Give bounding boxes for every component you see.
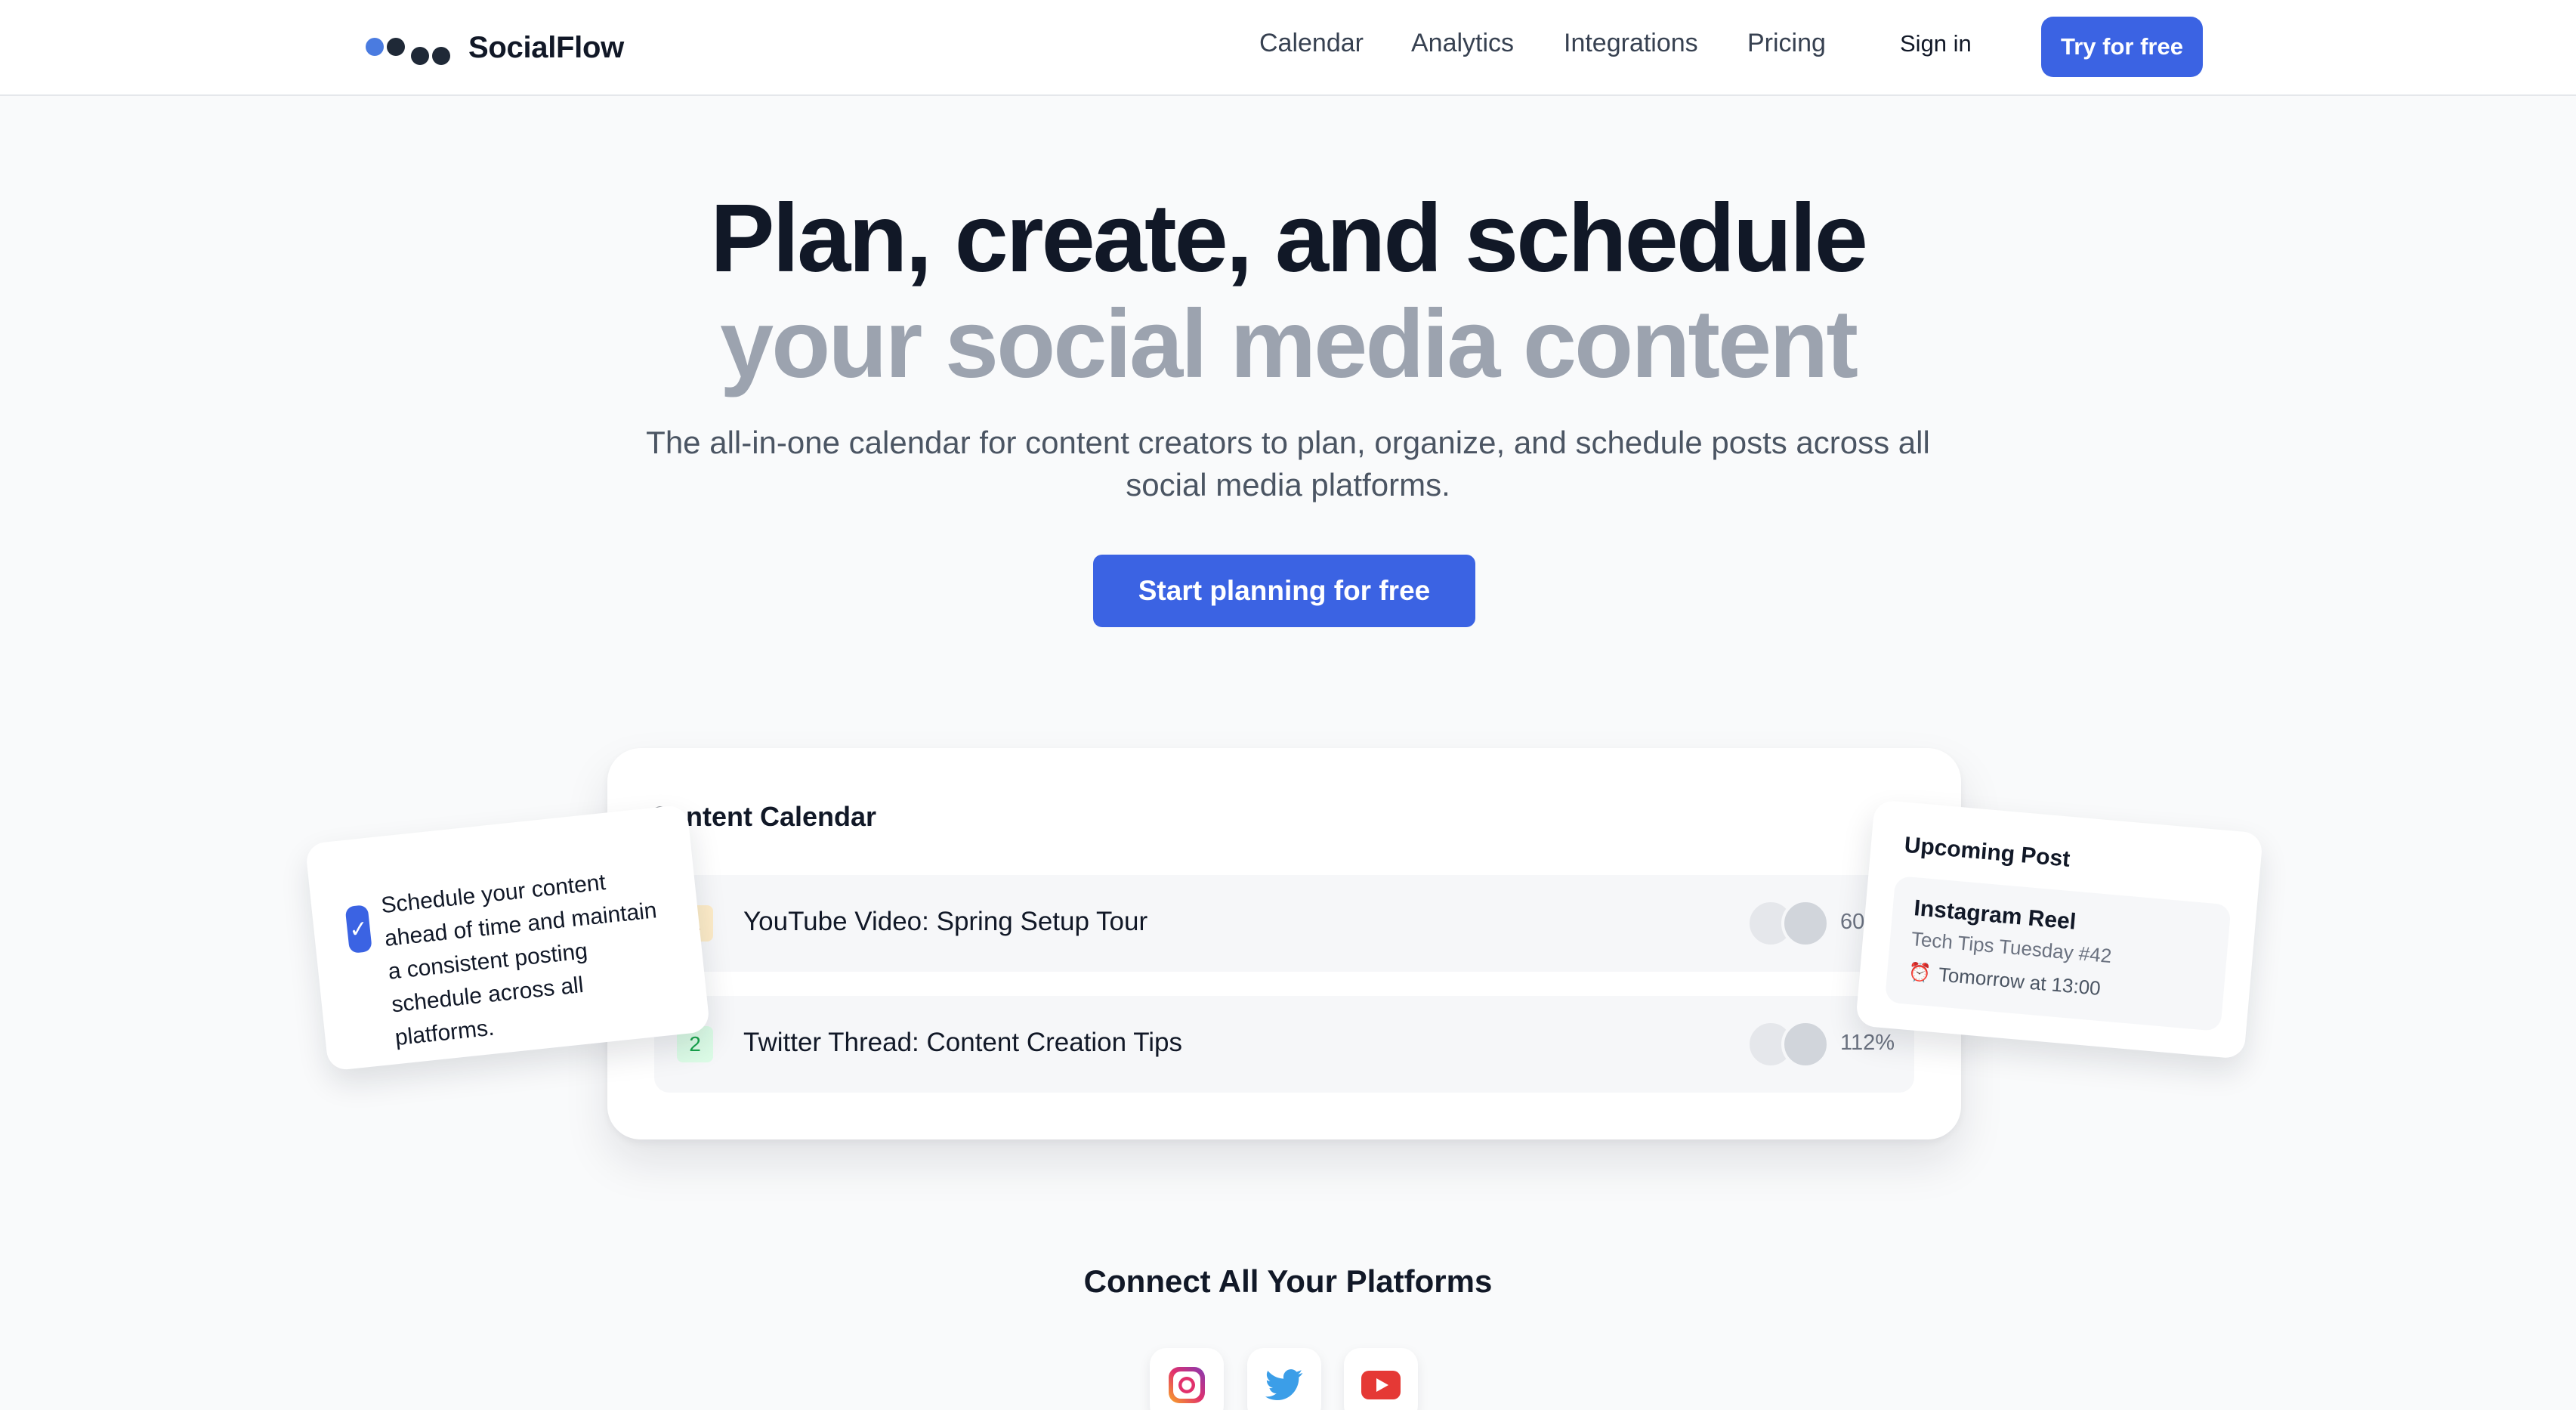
alarm-clock-icon: ⏰ — [1907, 961, 1932, 985]
brand-name: SocialFlow — [468, 30, 624, 64]
upcoming-post-item[interactable]: Instagram Reel Tech Tips Tuesday #42 ⏰ T… — [1884, 875, 2232, 1032]
sign-in-link[interactable]: Sign in — [1900, 30, 1972, 57]
collaborator-avatars — [1747, 1020, 1834, 1068]
tip-text: Schedule your content ahead of time and … — [379, 870, 658, 1051]
youtube-platform-button[interactable] — [1344, 1348, 1418, 1410]
start-planning-button[interactable]: Start planning for free — [1093, 555, 1475, 627]
twitter-platform-button[interactable] — [1247, 1348, 1321, 1410]
avatar — [1781, 1020, 1830, 1068]
schedule-tip-card: ✓ Schedule your content ahead of time an… — [304, 804, 711, 1071]
instagram-icon — [1169, 1367, 1205, 1403]
try-for-free-button[interactable]: Try for free — [2041, 17, 2203, 77]
row-title: Twitter Thread: Content Creation Tips — [743, 1028, 1183, 1057]
youtube-icon — [1361, 1371, 1401, 1399]
top-navigation-bar: SocialFlow Calendar Analytics Integratio… — [0, 0, 2576, 96]
upcoming-post-card: Upcoming Post Instagram Reel Tech Tips T… — [1855, 799, 2264, 1059]
nav-link-pricing[interactable]: Pricing — [1747, 29, 1826, 58]
upcoming-post-title: Upcoming Post — [1903, 832, 2071, 872]
calendar-row[interactable]: 1 YouTube Video: Spring Setup Tour 60% — [654, 875, 1914, 972]
post-time-text: Tomorrow at 13:00 — [1937, 963, 2102, 1000]
content-calendar-card: Content Calendar 1 YouTube Video: Spring… — [607, 748, 1961, 1139]
instagram-platform-button[interactable] — [1150, 1348, 1224, 1410]
calendar-row[interactable]: 2 Twitter Thread: Content Creation Tips … — [654, 996, 1914, 1093]
nav-link-calendar[interactable]: Calendar — [1259, 29, 1364, 58]
collaborator-avatars — [1747, 899, 1834, 948]
nav-link-integrations[interactable]: Integrations — [1564, 29, 1698, 58]
avatar — [1781, 899, 1830, 948]
hero-heading-line-1: Plan, create, and schedule — [710, 184, 1868, 292]
logo-dots-icon — [364, 27, 452, 68]
checkmark-icon: ✓ — [344, 904, 372, 954]
post-name: Tech Tips Tuesday #42 — [1910, 927, 2113, 968]
platforms-heading: Connect All Your Platforms — [1083, 1263, 1493, 1299]
row-percent: 112% — [1840, 1031, 1895, 1055]
twitter-icon — [1265, 1369, 1303, 1400]
hero-heading-line-2: your social media content — [719, 290, 1858, 398]
post-time: ⏰ Tomorrow at 13:00 — [1907, 960, 2102, 1000]
brand-logo[interactable]: SocialFlow — [364, 27, 624, 68]
hero-subtitle: The all-in-one calendar for content crea… — [646, 425, 1930, 502]
nav-link-analytics[interactable]: Analytics — [1411, 29, 1514, 58]
row-title: YouTube Video: Spring Setup Tour — [743, 907, 1148, 936]
